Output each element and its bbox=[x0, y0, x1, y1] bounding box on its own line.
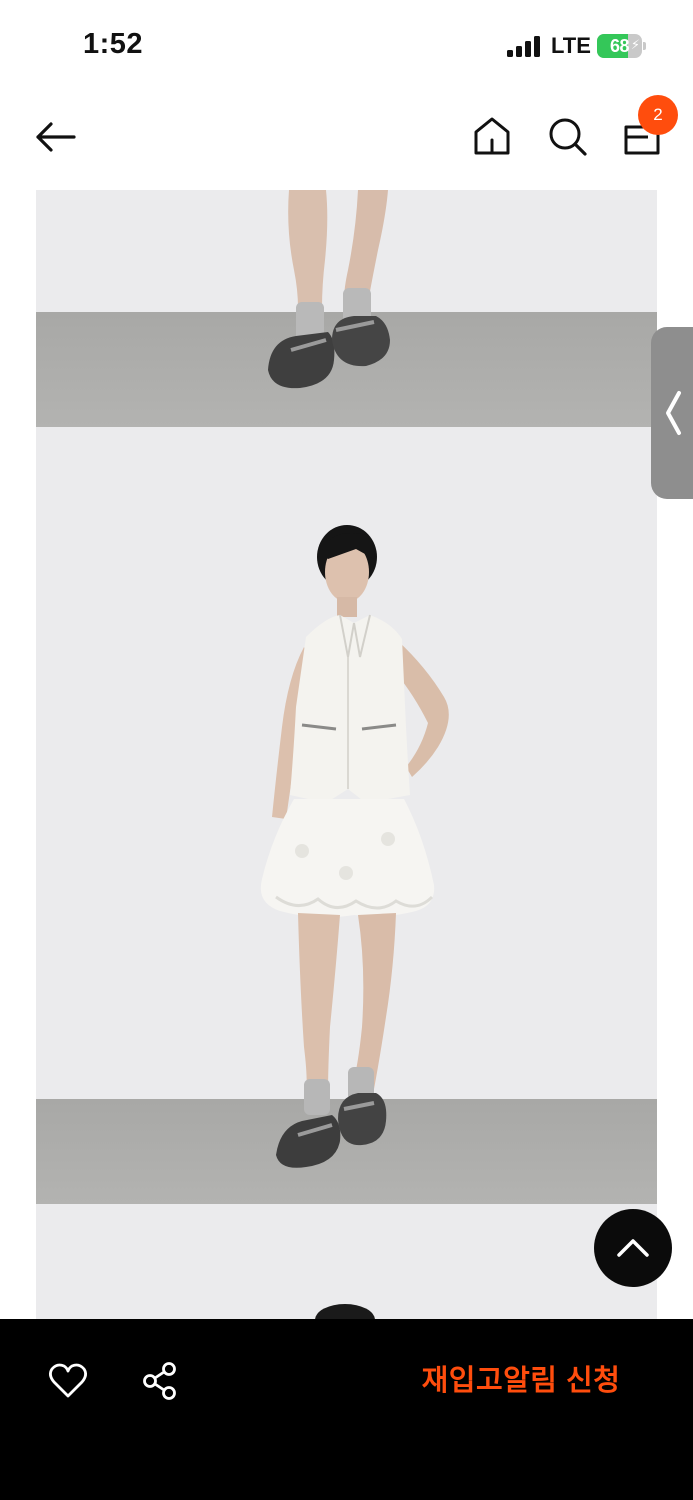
heart-icon bbox=[49, 1363, 87, 1398]
model-next-image bbox=[315, 1304, 375, 1319]
charging-bolt-icon: ⚡ bbox=[630, 37, 640, 52]
search-icon bbox=[549, 118, 587, 156]
share-button[interactable] bbox=[138, 1359, 182, 1403]
product-photo-legs-crop[interactable] bbox=[36, 190, 657, 427]
restock-alert-button[interactable]: 재입고알림 신청 bbox=[396, 1357, 646, 1405]
network-type: LTE bbox=[551, 33, 591, 58]
scroll-to-top-button[interactable] bbox=[594, 1209, 672, 1287]
battery-charging-icon: 68 ⚡ bbox=[597, 34, 646, 58]
arrow-left-icon bbox=[36, 122, 76, 152]
bottom-action-bar: 재입고알림 신청 bbox=[0, 1319, 693, 1500]
model-full-image bbox=[260, 525, 449, 1168]
home-icon bbox=[474, 117, 510, 155]
chevron-up-icon bbox=[617, 1239, 649, 1257]
back-button[interactable] bbox=[30, 114, 82, 160]
share-icon bbox=[143, 1362, 176, 1400]
signal-bars-icon bbox=[507, 36, 543, 57]
side-panel-toggle[interactable] bbox=[651, 327, 693, 499]
status-bar: 1:52 LTE 68 ⚡ bbox=[0, 0, 693, 92]
product-photo-next[interactable] bbox=[36, 1204, 657, 1319]
wishlist-button[interactable] bbox=[46, 1359, 90, 1403]
product-photo-full-outfit[interactable] bbox=[36, 427, 657, 1204]
status-time: 1:52 bbox=[83, 28, 144, 60]
search-button[interactable] bbox=[545, 113, 589, 159]
model-legs-image bbox=[268, 190, 390, 389]
top-nav bbox=[0, 92, 693, 188]
chevron-left-icon bbox=[666, 391, 681, 435]
home-button[interactable] bbox=[470, 113, 514, 159]
cart-count-badge: 2 bbox=[638, 95, 678, 135]
